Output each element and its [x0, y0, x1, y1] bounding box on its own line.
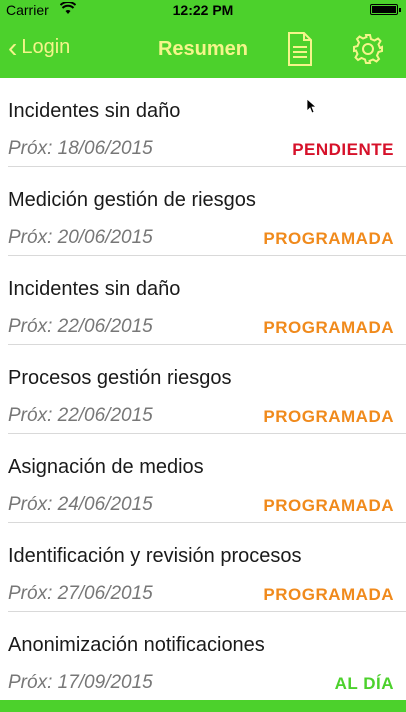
- item-date: Próx: 20/06/2015: [8, 227, 153, 248]
- status-badge: PROGRAMADA: [263, 318, 394, 337]
- item-title: Anonimización notificaciones: [8, 634, 265, 656]
- status-badge: PENDIENTE: [292, 140, 394, 159]
- navigation-bar: ‹ Login Resumen: [0, 20, 406, 78]
- list-item[interactable]: Incidentes sin daño Próx: 18/06/2015 PEN…: [0, 78, 406, 167]
- status-badge: AL DÍA: [334, 674, 394, 693]
- bottom-bar: [0, 700, 406, 712]
- activity-list: Incidentes sin daño Próx: 18/06/2015 PEN…: [0, 78, 406, 700]
- list-item[interactable]: Procesos gestión riesgos Próx: 22/06/201…: [0, 345, 406, 434]
- list-item[interactable]: Asignación de medios Próx: 24/06/2015 PR…: [0, 434, 406, 523]
- document-icon[interactable]: [287, 32, 313, 66]
- status-badge: PROGRAMADA: [263, 407, 394, 426]
- item-title: Asignación de medios: [8, 456, 204, 478]
- item-date: Próx: 18/06/2015: [8, 138, 153, 159]
- list-item[interactable]: Medición gestión de riesgos Próx: 20/06/…: [0, 167, 406, 256]
- gear-icon[interactable]: [352, 33, 384, 65]
- item-title: Procesos gestión riesgos: [8, 367, 232, 389]
- item-date: Próx: 27/06/2015: [8, 583, 153, 604]
- status-badge: PROGRAMADA: [263, 585, 394, 604]
- item-date: Próx: 17/09/2015: [8, 672, 153, 693]
- status-bar: Carrier 12:22 PM: [0, 0, 406, 20]
- list-item[interactable]: Identificación y revisión procesos Próx:…: [0, 523, 406, 612]
- item-date: Próx: 24/06/2015: [8, 494, 153, 515]
- chevron-left-icon: ‹: [8, 31, 18, 63]
- mouse-pointer-icon: [306, 98, 316, 114]
- status-badge: PROGRAMADA: [263, 229, 394, 248]
- item-title: Incidentes sin daño: [8, 100, 181, 122]
- list-item[interactable]: Incidentes sin daño Próx: 22/06/2015 PRO…: [0, 256, 406, 345]
- clock: 12:22 PM: [172, 2, 234, 18]
- item-date: Próx: 22/06/2015: [8, 316, 153, 337]
- item-date: Próx: 22/06/2015: [8, 405, 153, 426]
- item-title: Identificación y revisión procesos: [8, 545, 302, 567]
- item-title: Medición gestión de riesgos: [8, 189, 256, 211]
- battery-icon: [370, 4, 401, 15]
- back-label: Login: [21, 36, 71, 58]
- list-item[interactable]: Anonimización notificaciones Próx: 17/09…: [0, 612, 406, 700]
- status-badge: PROGRAMADA: [263, 496, 394, 515]
- back-button[interactable]: ‹ Login: [8, 31, 71, 63]
- item-title: Incidentes sin daño: [8, 278, 181, 300]
